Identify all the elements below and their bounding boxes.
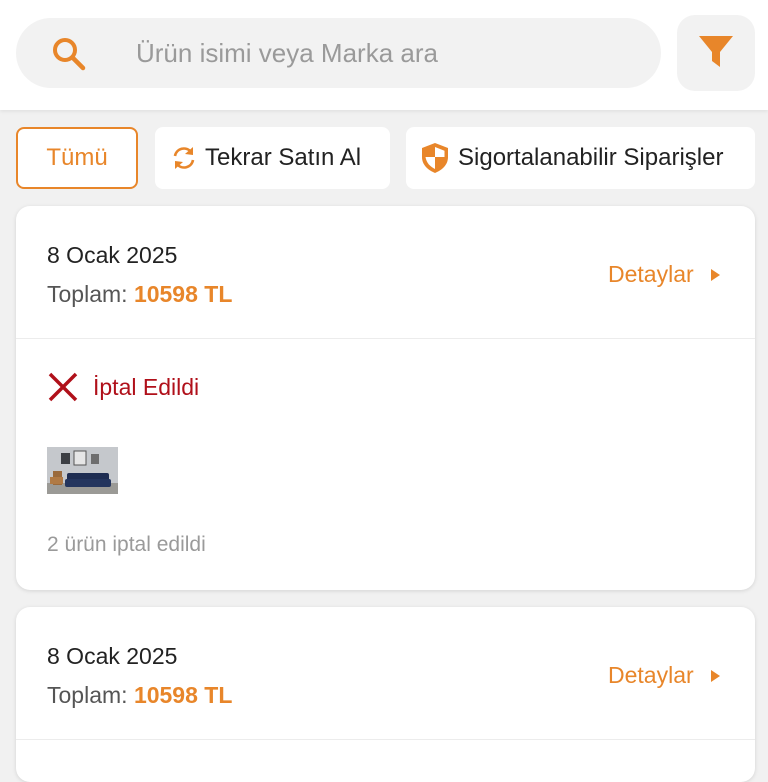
order-card-header: 8 Ocak 2025 Toplam: 10598 TL Detaylar — [16, 206, 755, 339]
shield-icon — [422, 143, 448, 173]
order-total: Toplam: 10598 TL — [47, 281, 232, 308]
order-total: Toplam: 10598 TL — [47, 682, 232, 709]
filter-icon — [699, 36, 733, 67]
chip-rebuy[interactable]: Tekrar Satın Al — [155, 127, 390, 189]
chip-rebuy-label: Tekrar Satın Al — [205, 144, 362, 171]
order-date: 8 Ocak 2025 — [47, 643, 178, 669]
details-link[interactable]: Detaylar — [608, 261, 720, 288]
total-amount: 10598 TL — [133, 281, 233, 307]
filter-button[interactable] — [677, 15, 755, 91]
details-label: Detaylar — [608, 662, 694, 688]
search-bar[interactable] — [16, 18, 661, 88]
chip-all[interactable]: Tümü — [16, 127, 138, 189]
order-card-header: 8 Ocak 2025 Toplam: 10598 TL Detaylar — [16, 607, 755, 740]
order-card: 8 Ocak 2025 Toplam: 10598 TL Detaylar İp… — [16, 206, 755, 590]
top-bar — [0, 0, 768, 110]
chip-insurable-label: Sigortalanabilir Siparişler — [458, 144, 724, 171]
refresh-icon — [173, 147, 195, 169]
close-icon — [48, 372, 78, 402]
order-status: İptal Edildi — [47, 371, 199, 403]
sofa-image — [47, 447, 118, 494]
search-input[interactable] — [134, 18, 634, 88]
product-thumbnail[interactable] — [47, 447, 118, 494]
total-amount: 10598 TL — [133, 682, 233, 708]
details-label: Detaylar — [608, 261, 694, 287]
total-label: Toplam: — [47, 281, 128, 307]
arrow-right-icon — [710, 669, 720, 682]
order-date: 8 Ocak 2025 — [47, 242, 178, 268]
cancel-note: 2 ürün iptal edildi — [47, 533, 206, 556]
order-card: 8 Ocak 2025 Toplam: 10598 TL Detaylar — [16, 607, 755, 782]
arrow-right-icon — [710, 268, 720, 281]
total-label: Toplam: — [47, 682, 128, 708]
chip-insurable[interactable]: Sigortalanabilir Siparişler — [406, 127, 755, 189]
details-link[interactable]: Detaylar — [608, 662, 720, 689]
search-icon[interactable] — [52, 37, 86, 71]
status-label: İptal Edildi — [93, 373, 200, 400]
chip-all-label: Tümü — [46, 144, 108, 171]
